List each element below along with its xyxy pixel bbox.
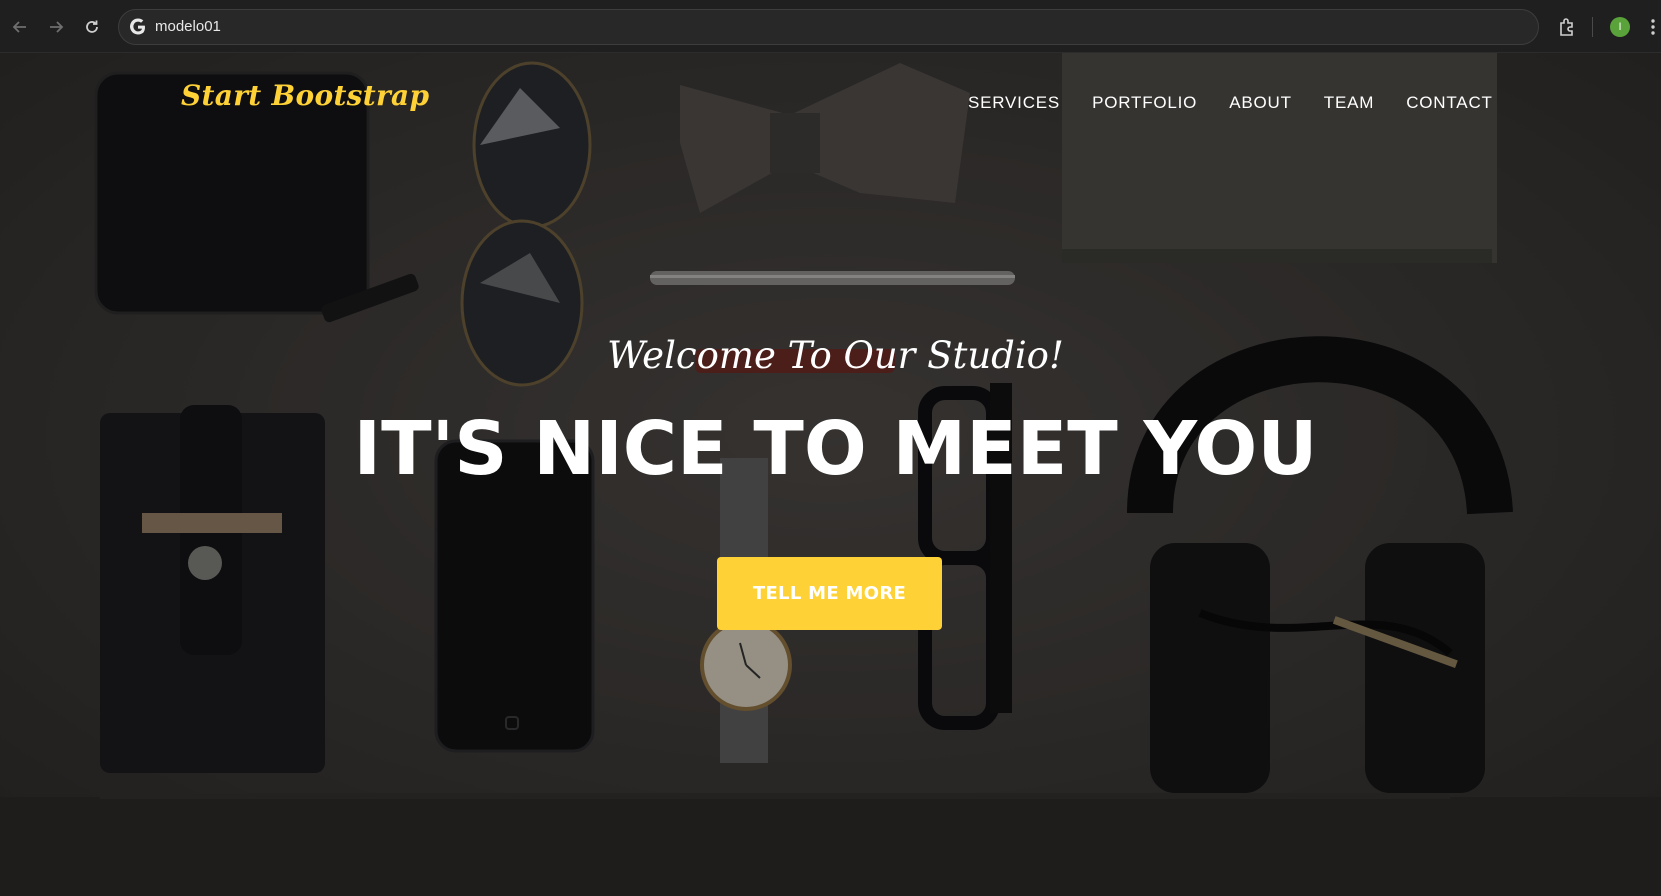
toolbar-divider <box>1592 17 1593 37</box>
google-icon <box>130 18 145 35</box>
nav-link-contact[interactable]: CONTACT <box>1406 93 1493 113</box>
forward-arrow-icon[interactable] <box>44 15 68 39</box>
kebab-menu-icon[interactable] <box>1648 17 1658 37</box>
hero-subheading: Welcome To Our Studio! <box>607 334 1064 377</box>
back-arrow-icon[interactable] <box>8 15 32 39</box>
nav-link-team[interactable]: TEAM <box>1324 93 1374 113</box>
nav-link-services[interactable]: SERVICES <box>968 93 1060 113</box>
reload-icon[interactable] <box>80 15 104 39</box>
extensions-icon[interactable] <box>1556 16 1578 38</box>
url-text[interactable]: modelo01 <box>155 10 221 44</box>
nav-link-about[interactable]: ABOUT <box>1229 93 1292 113</box>
address-bar[interactable]: modelo01 <box>118 9 1539 45</box>
browser-toolbar: modelo01 I <box>0 0 1661 53</box>
nav-link-portfolio[interactable]: PORTFOLIO <box>1092 93 1197 113</box>
main-nav: SERVICES PORTFOLIO ABOUT TEAM CONTACT <box>968 93 1525 113</box>
hero-section: Start Bootstrap SERVICES PORTFOLIO ABOUT… <box>0 53 1661 896</box>
hero-heading: IT'S NICE TO MEET YOU <box>353 406 1318 492</box>
tell-me-more-button[interactable]: TELL ME MORE <box>717 557 942 630</box>
profile-avatar[interactable]: I <box>1610 17 1630 37</box>
brand-logo[interactable]: Start Bootstrap <box>181 79 429 112</box>
